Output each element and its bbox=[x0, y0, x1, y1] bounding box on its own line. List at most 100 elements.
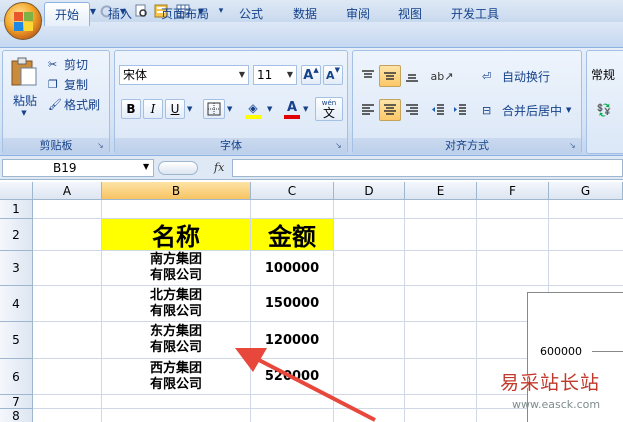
align-center-button[interactable] bbox=[379, 99, 401, 121]
alignment-group: ab↗ ⏎ 自动换行 ⊟ 合并后居中 ▼ 对齐方式 ↘ bbox=[352, 50, 582, 154]
merge-center-icon: ⊟ bbox=[482, 103, 492, 117]
tab-view[interactable]: 视图 bbox=[388, 2, 432, 26]
copy-icon: ❐ bbox=[48, 77, 58, 91]
fill-color-button[interactable]: ◈ bbox=[241, 99, 265, 121]
underline-button[interactable]: U bbox=[165, 99, 185, 119]
office-button[interactable] bbox=[4, 2, 42, 40]
name-line-1: 西方集团 bbox=[149, 360, 202, 376]
increase-indent-button[interactable] bbox=[449, 99, 471, 121]
increase-indent-icon bbox=[454, 104, 466, 115]
font-size-dropdown-icon: ▼ bbox=[286, 70, 294, 79]
name-box[interactable]: B19 bbox=[2, 159, 154, 177]
font-launcher-icon[interactable]: ↘ bbox=[335, 141, 345, 151]
watermark-url: www.easck.com bbox=[512, 398, 601, 411]
gridline bbox=[404, 200, 405, 422]
font-name-select[interactable]: 宋体 ▼ bbox=[119, 65, 249, 85]
tab-developer[interactable]: 开发工具 bbox=[440, 2, 510, 26]
cut-label: 剪切 bbox=[64, 57, 89, 72]
align-left-button[interactable] bbox=[357, 99, 379, 121]
cell-c2-header-amount[interactable]: 金额 bbox=[251, 219, 333, 251]
underline-dropdown-icon[interactable]: ▼ bbox=[187, 105, 197, 115]
fill-color-swatch bbox=[245, 115, 261, 119]
accounting-format-button[interactable]: 💱 bbox=[589, 99, 619, 121]
insert-function-button[interactable]: fx bbox=[214, 159, 230, 177]
grow-arrow-icon: ▲ bbox=[313, 66, 319, 74]
orientation-button[interactable]: ab↗ bbox=[427, 65, 457, 87]
middle-align-button[interactable] bbox=[379, 65, 401, 87]
cell-c4-amount[interactable]: 150000 bbox=[251, 286, 333, 321]
fill-color-dropdown-icon[interactable]: ▼ bbox=[267, 105, 277, 115]
formula-splitter[interactable] bbox=[158, 161, 198, 175]
formula-input[interactable] bbox=[232, 159, 623, 177]
wrap-text-label: 自动换行 bbox=[502, 69, 551, 84]
chart-tick-line bbox=[592, 351, 623, 352]
font-color-letter: A bbox=[286, 100, 298, 115]
cell-c3-amount[interactable]: 100000 bbox=[251, 251, 333, 285]
font-size-value: 11 bbox=[257, 68, 273, 82]
tab-page-layout[interactable]: 页面布局 bbox=[150, 2, 220, 26]
decrease-indent-icon bbox=[432, 104, 444, 115]
bottom-align-button[interactable] bbox=[401, 65, 423, 87]
borders-dropdown-icon[interactable]: ▼ bbox=[227, 105, 237, 115]
decrease-indent-button[interactable] bbox=[427, 99, 449, 121]
paste-dropdown-icon[interactable]: ▼ bbox=[19, 109, 29, 119]
borders-button[interactable] bbox=[203, 99, 225, 119]
cut-button[interactable]: ✂ 剪切 bbox=[47, 55, 107, 73]
format-painter-button[interactable]: 🖌 格式刷 bbox=[47, 95, 109, 113]
name-box-dropdown-icon[interactable]: ▼ bbox=[143, 162, 153, 174]
cell-b4-name[interactable]: 北方集团 有限公司 bbox=[102, 286, 250, 321]
merge-center-label: 合并后居中 bbox=[502, 103, 563, 118]
tab-review[interactable]: 审阅 bbox=[336, 2, 380, 26]
column-header-g[interactable]: G bbox=[549, 182, 623, 200]
column-header-c[interactable]: C bbox=[251, 182, 334, 200]
row-header-8[interactable]: 8 bbox=[0, 409, 33, 422]
align-center-icon bbox=[384, 104, 396, 115]
row-header-4[interactable]: 4 bbox=[0, 286, 33, 322]
bold-button[interactable]: B bbox=[121, 99, 141, 119]
merge-dropdown-icon: ▼ bbox=[566, 106, 572, 114]
row-header-7[interactable]: 7 bbox=[0, 395, 33, 409]
phonetic-button[interactable]: wén 文 bbox=[315, 97, 343, 121]
font-color-button[interactable]: A bbox=[281, 99, 303, 121]
font-color-swatch bbox=[284, 115, 300, 119]
row-header-2[interactable]: 2 bbox=[0, 219, 33, 251]
number-format-select[interactable]: 常规 bbox=[591, 65, 623, 85]
name-line-1: 南方集团 bbox=[149, 252, 202, 267]
select-all-corner[interactable] bbox=[0, 182, 33, 200]
align-left-icon bbox=[362, 104, 374, 115]
font-size-select[interactable]: 11 ▼ bbox=[253, 65, 297, 85]
clipboard-launcher-icon[interactable]: ↘ bbox=[97, 141, 107, 151]
tab-data[interactable]: 数据 bbox=[282, 2, 328, 26]
align-right-icon bbox=[406, 104, 418, 115]
row-header-5[interactable]: 5 bbox=[0, 322, 33, 359]
font-group: 宋体 ▼ 11 ▼ A ▲ A ▼ B I U ▼ ▼ ◈ ▼ A ▼ wén 文 … bbox=[114, 50, 348, 154]
column-header-d[interactable]: D bbox=[334, 182, 405, 200]
column-header-e[interactable]: E bbox=[405, 182, 477, 200]
name-line-1: 北方集团 bbox=[149, 287, 202, 303]
row-header-6[interactable]: 6 bbox=[0, 359, 33, 395]
shrink-font-button[interactable]: A ▼ bbox=[323, 65, 343, 85]
column-header-f[interactable]: F bbox=[477, 182, 549, 200]
cell-b2-header-name[interactable]: 名称 bbox=[102, 219, 250, 251]
column-header-a[interactable]: A bbox=[33, 182, 102, 200]
top-align-button[interactable] bbox=[357, 65, 379, 87]
wrap-text-button[interactable]: ⏎ 自动换行 bbox=[481, 65, 575, 87]
paste-icon[interactable] bbox=[9, 57, 39, 87]
column-header-b[interactable]: B bbox=[102, 182, 251, 200]
italic-button[interactable]: I bbox=[143, 99, 163, 119]
tab-insert[interactable]: 插入 bbox=[98, 2, 142, 26]
font-color-dropdown-icon[interactable]: ▼ bbox=[303, 105, 313, 115]
row-header-3[interactable]: 3 bbox=[0, 251, 33, 286]
cell-b3-name[interactable]: 南方集团 有限公司 bbox=[102, 251, 250, 285]
top-align-icon bbox=[362, 70, 374, 78]
merge-center-button[interactable]: ⊟ 合并后居中 ▼ bbox=[481, 99, 575, 121]
tab-formulas[interactable]: 公式 bbox=[228, 2, 274, 26]
grow-font-button[interactable]: A ▲ bbox=[301, 65, 321, 85]
row-header-1[interactable]: 1 bbox=[0, 200, 33, 219]
copy-button[interactable]: ❐ 复制 bbox=[47, 75, 107, 93]
alignment-launcher-icon[interactable]: ↘ bbox=[569, 141, 579, 151]
align-right-button[interactable] bbox=[401, 99, 423, 121]
paste-button[interactable]: 粘贴 bbox=[7, 91, 43, 109]
tab-home[interactable]: 开始 bbox=[44, 2, 90, 26]
worksheet-grid[interactable]: A B C D E F G 1 2 3 4 5 6 7 8 名称 金额 南方集团… bbox=[0, 182, 623, 422]
